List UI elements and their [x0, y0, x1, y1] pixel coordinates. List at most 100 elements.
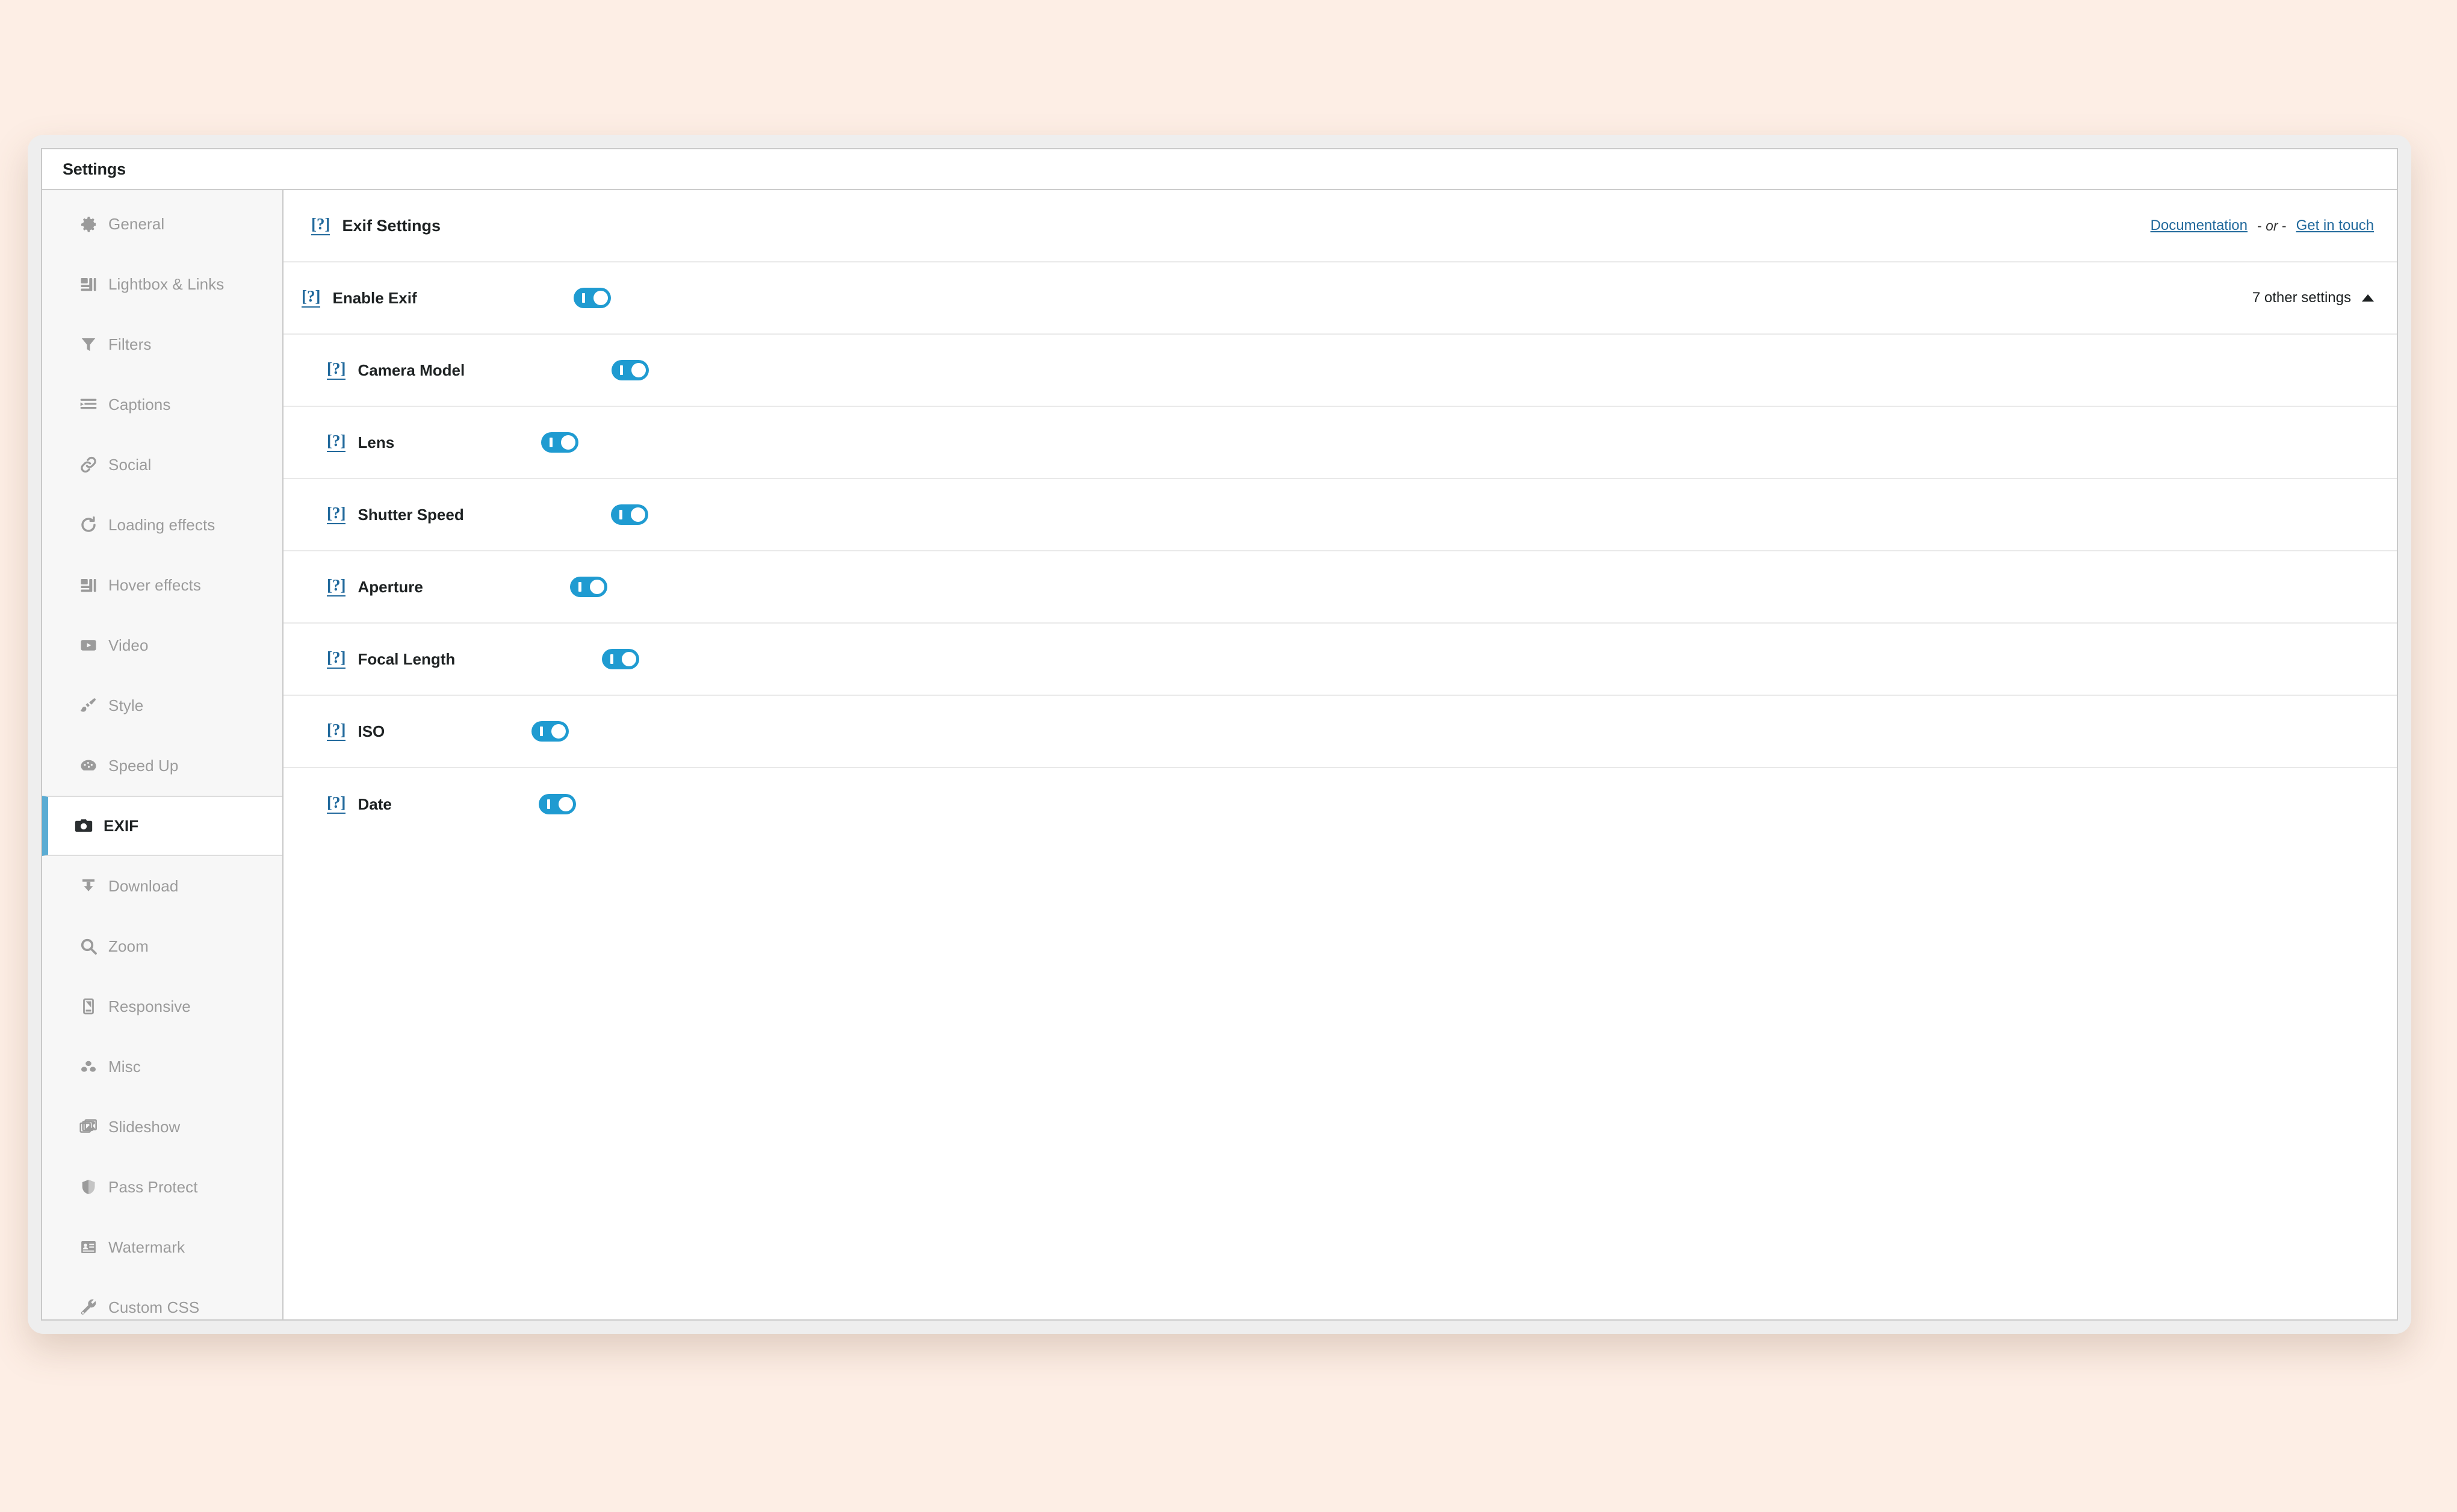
- sidebar-item-social[interactable]: Social: [42, 435, 282, 495]
- get-in-touch-link[interactable]: Get in touch: [2296, 217, 2374, 234]
- setting-toggle-cell: [602, 649, 640, 669]
- setting-label: ISO: [358, 722, 385, 740]
- layout-icon: [75, 571, 102, 599]
- sidebar-item-label: Watermark: [108, 1238, 185, 1256]
- other-settings-label: 7 other settings: [2252, 290, 2351, 306]
- sidebar-item-style[interactable]: Style: [42, 675, 282, 736]
- setting-label: Date: [358, 795, 392, 813]
- toggle-knob: [589, 580, 604, 594]
- sidebar-item-label: Pass Protect: [108, 1177, 198, 1196]
- section-header-label-group: [?] Exif Settings: [284, 216, 441, 235]
- settings-content: [?] Exif Settings Documentation - or - G…: [284, 190, 2397, 1319]
- sidebar-item-label: Slideshow: [108, 1117, 181, 1136]
- setting-toggle-cell: [612, 360, 649, 380]
- sidebar-item-slideshow[interactable]: Slideshow: [42, 1097, 282, 1157]
- toggle-switch[interactable]: [573, 288, 611, 308]
- setting-row: [?] Focal Length: [284, 624, 2397, 696]
- id-card-icon: [75, 1233, 102, 1261]
- sidebar-item-pass-protect[interactable]: Pass Protect: [42, 1157, 282, 1217]
- setting-label: Camera Model: [358, 361, 465, 379]
- toggle-bar: [619, 510, 622, 519]
- sidebar-item-responsive[interactable]: Responsive: [42, 976, 282, 1036]
- gauge-icon: [75, 752, 102, 779]
- toggle-switch[interactable]: [569, 577, 607, 597]
- shield-icon: [75, 1173, 102, 1201]
- sidebar-item-filters[interactable]: Filters: [42, 314, 282, 374]
- sidebar-item-label: Download: [108, 876, 179, 895]
- setting-row-enable-exif: [?] Enable Exif 7 other settings: [284, 262, 2397, 335]
- sidebar-item-video[interactable]: Video: [42, 615, 282, 675]
- toggle-switch[interactable]: [612, 360, 649, 380]
- camera-icon: [70, 812, 98, 840]
- toggle-switch[interactable]: [538, 794, 576, 814]
- setting-label-group: [?] Focal Length: [284, 649, 455, 669]
- toggle-knob: [622, 652, 637, 666]
- toggle-bar: [610, 654, 614, 664]
- enable-exif-toggle-cell: [573, 288, 611, 308]
- sidebar-item-loading-effects[interactable]: Loading effects: [42, 495, 282, 555]
- other-settings-toggle[interactable]: 7 other settings: [2252, 290, 2374, 306]
- header-links: Documentation - or - Get in touch: [2151, 217, 2374, 234]
- search-icon: [75, 932, 102, 960]
- toggle-bar: [540, 727, 544, 736]
- sidebar-item-exif[interactable]: EXIF: [42, 796, 282, 856]
- sidebar-item-label: Misc: [108, 1057, 141, 1076]
- links-separator: - or -: [2257, 218, 2287, 234]
- toggle-switch[interactable]: [541, 432, 579, 453]
- download-icon: [75, 872, 102, 900]
- toggle-bar: [620, 365, 624, 375]
- sidebar-item-watermark[interactable]: Watermark: [42, 1217, 282, 1277]
- section-header-row: [?] Exif Settings Documentation - or - G…: [284, 190, 2397, 262]
- gear-icon: [75, 210, 102, 238]
- toggle-bar: [547, 799, 550, 809]
- toggle-bar: [578, 582, 581, 592]
- sub-settings-list: [?] Camera Model [?] Lens [?] Shutter Speed [?…: [284, 335, 2397, 840]
- sidebar-item-label: Custom CSS: [108, 1298, 200, 1316]
- enable-exif-label-group: [?] Enable Exif: [284, 288, 417, 308]
- funnel-icon: [75, 330, 102, 358]
- help-icon[interactable]: [?]: [302, 288, 321, 308]
- help-icon[interactable]: [?]: [327, 649, 346, 669]
- help-icon[interactable]: [?]: [327, 361, 346, 380]
- setting-toggle-cell: [538, 794, 576, 814]
- toggle-knob: [630, 507, 645, 522]
- sidebar-item-label: Lightbox & Links: [108, 274, 225, 293]
- setting-row: [?] Date: [284, 768, 2397, 840]
- toggle-knob: [551, 724, 566, 739]
- sidebar-item-label: Responsive: [108, 997, 191, 1015]
- separator-suffix: -: [2281, 217, 2287, 234]
- layout-icon: [75, 270, 102, 298]
- sidebar-item-custom-css[interactable]: Custom CSS: [42, 1277, 282, 1319]
- sidebar-item-lightbox-links[interactable]: Lightbox & Links: [42, 254, 282, 314]
- sidebar-item-general[interactable]: General: [42, 194, 282, 254]
- help-icon[interactable]: [?]: [327, 505, 346, 524]
- sidebar-item-zoom[interactable]: Zoom: [42, 916, 282, 976]
- chevron-up-icon: [2362, 294, 2374, 302]
- sidebar-item-label: Social: [108, 455, 152, 474]
- sidebar-item-download[interactable]: Download: [42, 856, 282, 916]
- sidebar-item-hover-effects[interactable]: Hover effects: [42, 555, 282, 615]
- toggle-switch[interactable]: [531, 721, 569, 742]
- help-icon[interactable]: [?]: [327, 433, 346, 452]
- settings-body: General Lightbox & Links Filters Captions So…: [42, 190, 2397, 1319]
- help-icon[interactable]: [?]: [311, 216, 330, 235]
- sidebar-item-misc[interactable]: Misc: [42, 1036, 282, 1097]
- toggle-switch[interactable]: [610, 504, 648, 525]
- setting-label-group: [?] Lens: [284, 433, 394, 452]
- setting-toggle-cell: [569, 577, 607, 597]
- help-icon[interactable]: [?]: [327, 722, 346, 741]
- sidebar-item-label: Speed Up: [108, 756, 179, 775]
- sidebar-item-captions[interactable]: Captions: [42, 374, 282, 435]
- setting-row: [?] Shutter Speed: [284, 479, 2397, 551]
- setting-toggle-cell: [610, 504, 648, 525]
- setting-label: Lens: [358, 433, 395, 451]
- setting-row: [?] Camera Model: [284, 335, 2397, 407]
- toggle-switch[interactable]: [602, 649, 640, 669]
- sidebar-item-speed-up[interactable]: Speed Up: [42, 736, 282, 796]
- toggle-bar: [550, 438, 553, 447]
- setting-label: Focal Length: [358, 649, 456, 668]
- documentation-link[interactable]: Documentation: [2151, 217, 2248, 234]
- help-icon[interactable]: [?]: [327, 577, 346, 596]
- help-icon[interactable]: [?]: [327, 795, 346, 814]
- sidebar-item-label: EXIF: [104, 816, 139, 835]
